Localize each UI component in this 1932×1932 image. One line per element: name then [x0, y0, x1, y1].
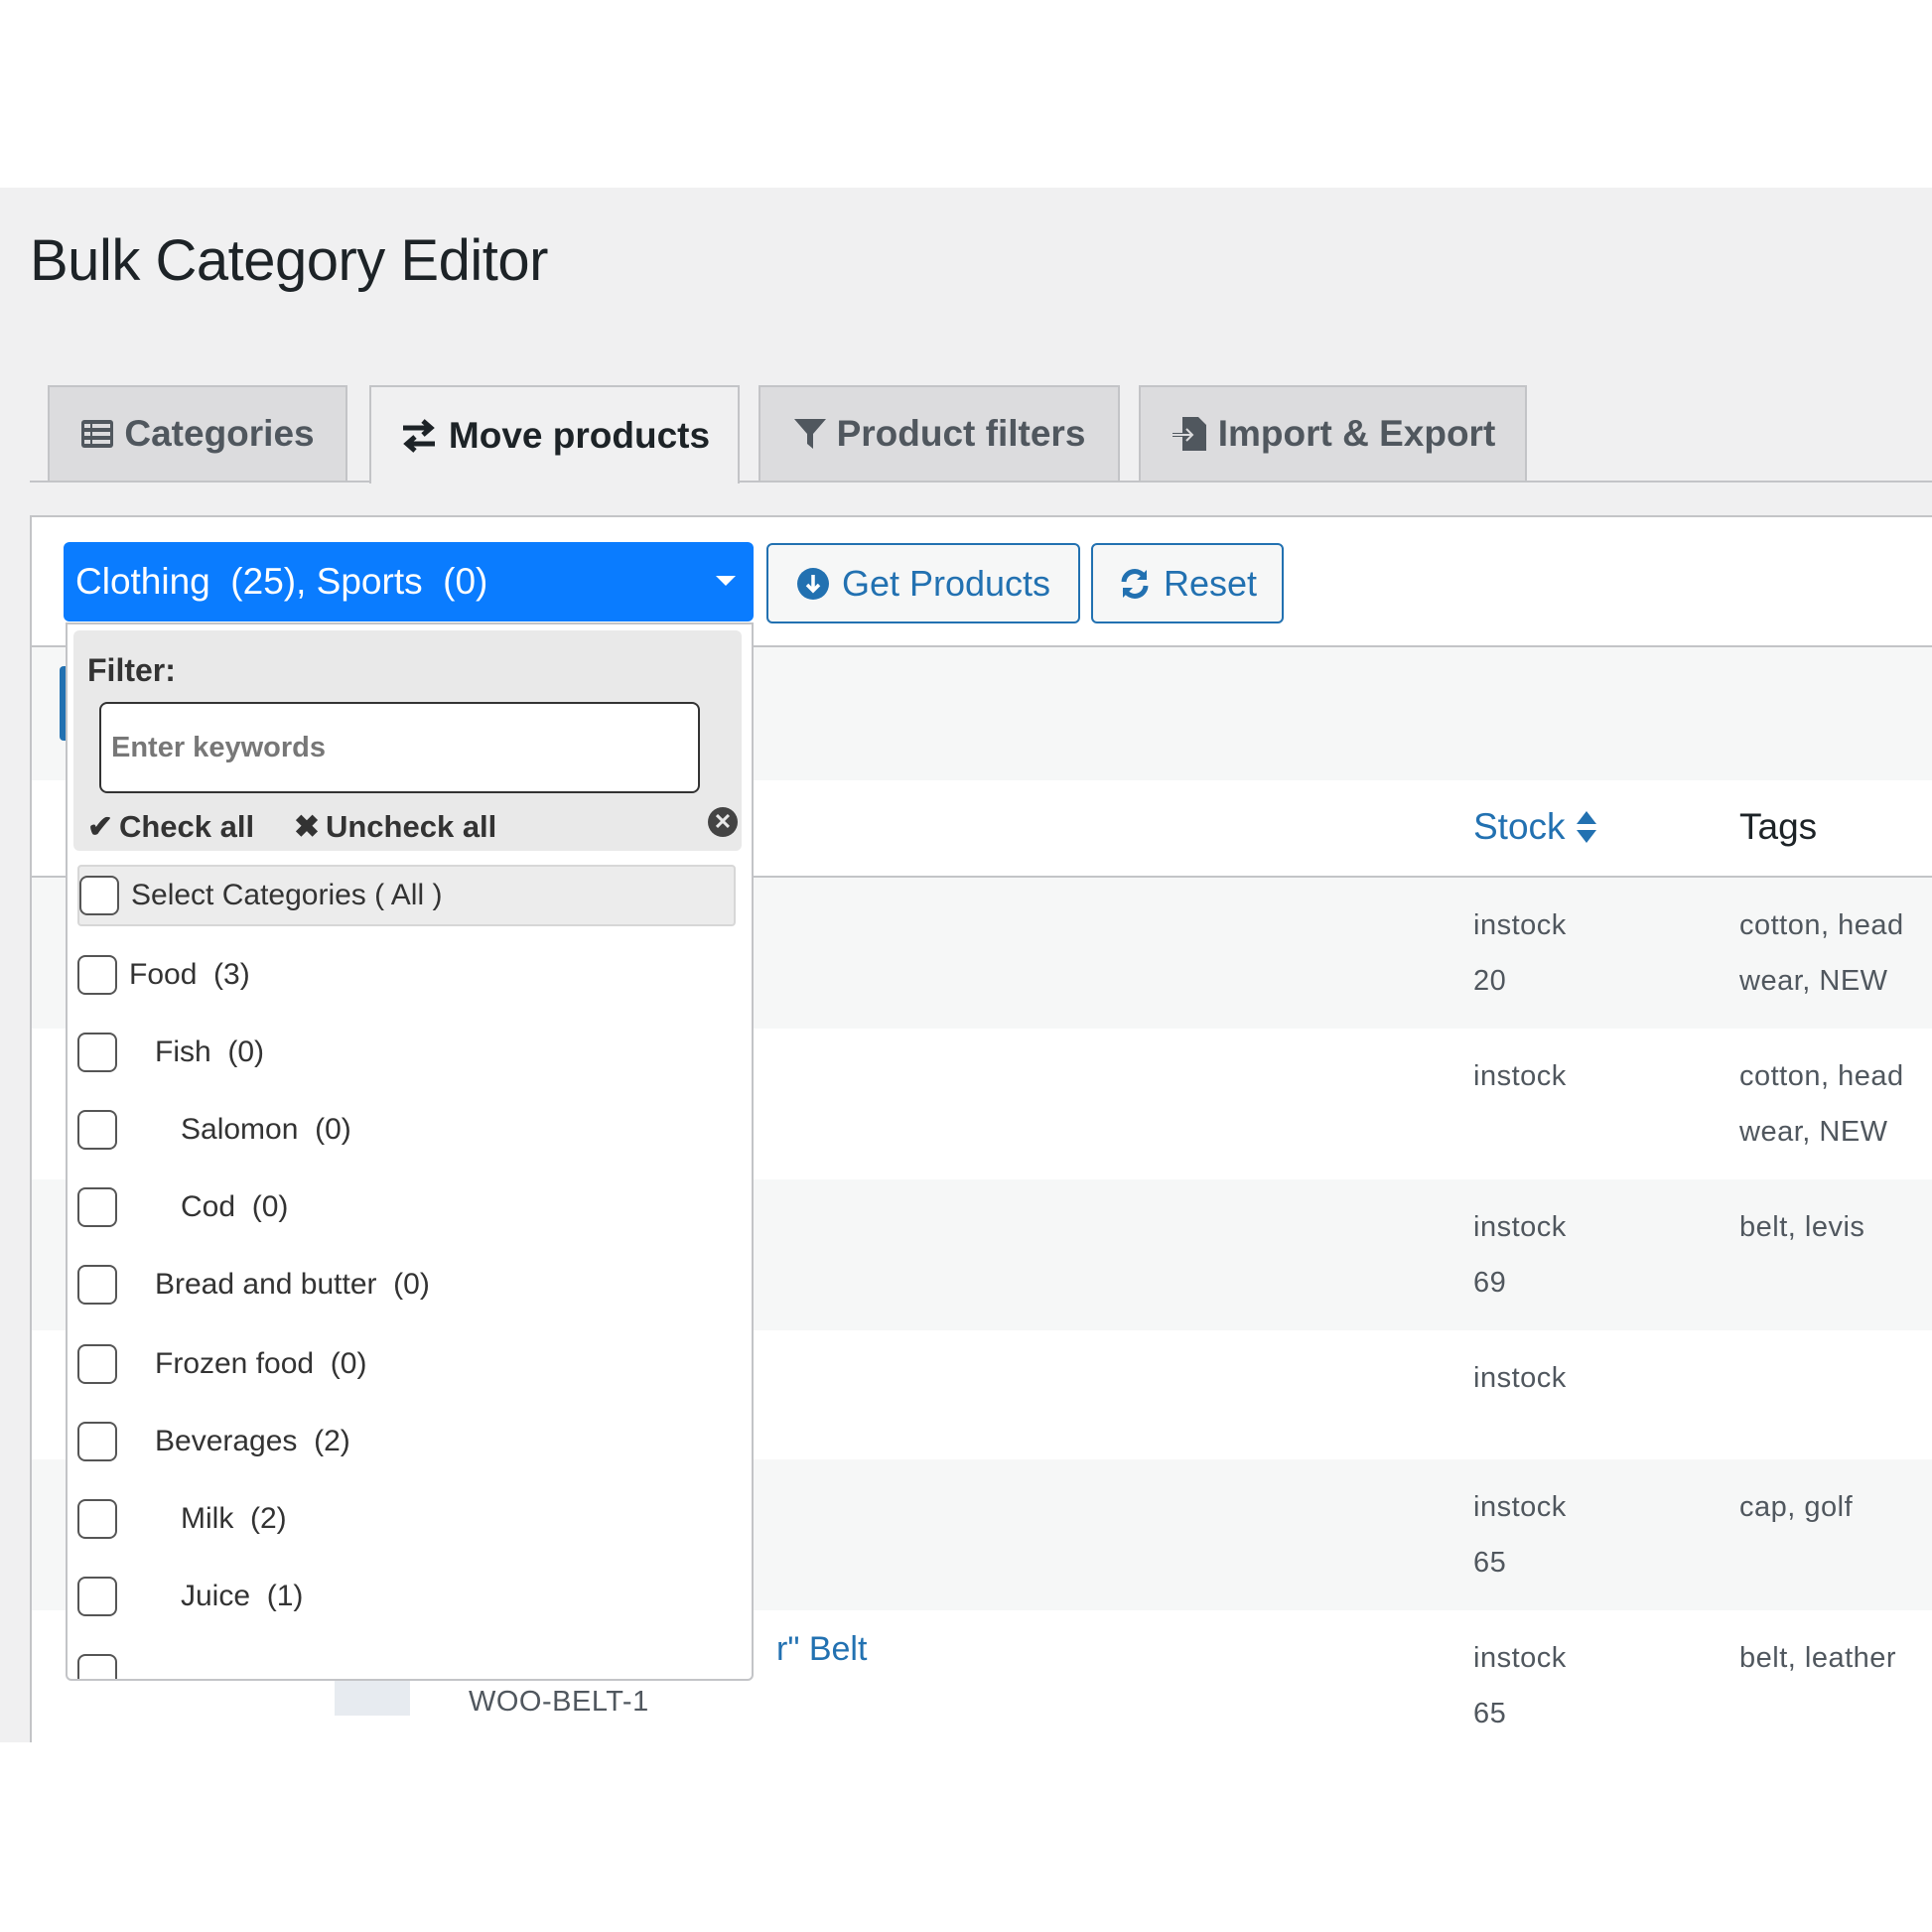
category-select[interactable]: Clothing (25), Sports (0): [64, 542, 754, 621]
tab-categories[interactable]: Categories: [48, 385, 347, 481]
checkbox[interactable]: [77, 1654, 117, 1679]
tab-label: Import & Export: [1217, 413, 1496, 454]
tab-label: Categories: [124, 413, 315, 454]
option-cod[interactable]: Cod (0): [77, 1176, 736, 1238]
stock-status: instock: [1473, 1642, 1567, 1674]
stock-status: instock: [1473, 1060, 1567, 1092]
filter-keywords-input[interactable]: [99, 702, 700, 793]
checkbox[interactable]: [77, 955, 117, 995]
checkbox[interactable]: [79, 876, 119, 915]
stock-qty: 65: [1473, 1698, 1507, 1729]
tags-cell: cotton, head wear, NEW: [1739, 1060, 1904, 1148]
option-select-all[interactable]: Select Categories ( All ): [77, 865, 736, 926]
column-header-tags: Tags: [1739, 806, 1818, 847]
refresh-icon: [1121, 568, 1149, 599]
page-title: Bulk Category Editor: [30, 228, 548, 293]
tab-move-products[interactable]: Move products: [369, 385, 740, 483]
category-select-value: Clothing (25), Sports (0): [75, 561, 488, 602]
filter-label: Filter:: [87, 652, 176, 688]
stock-qty: 65: [1473, 1547, 1507, 1579]
option-food[interactable]: Food (3): [77, 944, 736, 1006]
file-import-icon: [1172, 417, 1206, 451]
column-header-stock[interactable]: Stock: [1473, 806, 1597, 848]
x-mark-icon: ✖: [294, 809, 320, 844]
dropdown-filter-header: Filter: ✔ Check all ✖ Uncheck all ✕: [73, 630, 742, 851]
sort-icon: [1576, 811, 1596, 843]
option-bread-and-butter[interactable]: Bread and butter (0): [77, 1254, 736, 1315]
tab-label: Move products: [448, 414, 711, 456]
exchange-arrows-icon: [402, 418, 435, 453]
tab-product-filters[interactable]: Product filters: [759, 385, 1120, 481]
tags-cell: belt, leather: [1739, 1642, 1897, 1674]
product-name-link[interactable]: r" Belt: [776, 1630, 867, 1669]
stock-status: instock: [1473, 909, 1567, 941]
stock-status: instock: [1473, 1211, 1567, 1243]
get-products-label: Get Products: [841, 562, 1051, 604]
reset-label: Reset: [1163, 562, 1258, 604]
checkbox[interactable]: [77, 1110, 117, 1150]
tags-cell: cap, golf: [1739, 1491, 1854, 1523]
stock-status: instock: [1473, 1491, 1567, 1523]
checkbox[interactable]: [77, 1344, 117, 1384]
check-all-link[interactable]: ✔ Check all: [87, 809, 254, 845]
category-dropdown-panel: Filter: ✔ Check all ✖ Uncheck all ✕ Sele…: [66, 622, 754, 1681]
option-milk[interactable]: Milk (2): [77, 1488, 736, 1550]
option-salomon[interactable]: Salomon (0): [77, 1099, 736, 1161]
checkbox[interactable]: [77, 1033, 117, 1072]
option-partial[interactable]: [77, 1643, 736, 1679]
tags-cell: belt, levis: [1739, 1211, 1865, 1243]
reset-button[interactable]: Reset: [1091, 543, 1284, 623]
option-frozen-food[interactable]: Frozen food (0): [77, 1333, 736, 1395]
page-background: Bulk Category Editor Categories Move pro…: [0, 188, 1932, 1742]
stock-status: instock: [1473, 1362, 1567, 1394]
option-juice[interactable]: Juice (1): [77, 1566, 736, 1627]
check-icon: ✔: [87, 809, 113, 844]
close-circle-icon[interactable]: ✕: [708, 807, 738, 837]
table-list-icon: [81, 420, 114, 448]
tabs-divider: [30, 481, 1932, 483]
checkbox[interactable]: [77, 1577, 117, 1616]
funnel-icon: [793, 419, 826, 449]
tab-label: Product filters: [836, 413, 1086, 454]
get-products-button[interactable]: Get Products: [766, 543, 1080, 623]
stock-qty: 20: [1473, 965, 1507, 997]
stock-qty: 69: [1473, 1267, 1507, 1299]
checkbox[interactable]: [77, 1187, 117, 1227]
option-fish[interactable]: Fish (0): [77, 1022, 736, 1083]
checkbox[interactable]: [77, 1499, 117, 1539]
uncheck-all-link[interactable]: ✖ Uncheck all: [294, 809, 496, 845]
option-beverages[interactable]: Beverages (2): [77, 1411, 736, 1472]
tab-import-export[interactable]: Import & Export: [1139, 385, 1527, 481]
caret-down-icon: [716, 576, 736, 586]
circle-arrow-down-icon: [796, 567, 829, 600]
tags-cell: cotton, head wear, NEW: [1739, 909, 1904, 997]
product-sku: WOO-BELT-1: [469, 1686, 649, 1718]
checkbox[interactable]: [77, 1265, 117, 1305]
move-products-panel: Clothing (25), Sports (0) Get Products R…: [30, 515, 1932, 1742]
checkbox[interactable]: [77, 1422, 117, 1461]
